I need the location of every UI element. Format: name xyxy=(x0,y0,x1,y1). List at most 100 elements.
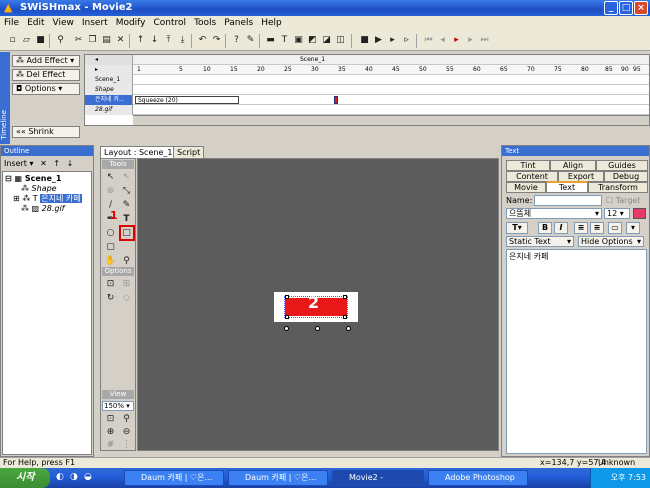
options-button[interactable]: ◘ Options ▾ xyxy=(12,83,80,95)
subselect-tool-icon[interactable]: ↖ xyxy=(120,171,133,184)
zoom-select[interactable]: 150% ▾ xyxy=(102,401,134,411)
delete-icon[interactable]: ✕ xyxy=(114,34,127,47)
font-select[interactable]: 으뜸체 ▾ xyxy=(506,208,602,219)
tab-text[interactable]: Text xyxy=(546,181,588,193)
text-handle[interactable] xyxy=(346,326,351,331)
start-button[interactable]: 시작 xyxy=(0,468,50,488)
move-up-icon[interactable]: ↑ xyxy=(53,159,60,168)
current-frame-marker[interactable] xyxy=(334,96,338,104)
help-icon[interactable]: ? xyxy=(230,34,243,47)
shrink-button[interactable]: «« Shrink xyxy=(12,126,80,138)
zoom-in-icon[interactable]: ⊕ xyxy=(104,426,117,439)
play-effect-icon[interactable]: ▸ xyxy=(386,34,399,47)
cut-icon[interactable]: ✂ xyxy=(72,34,85,47)
snap-option-icon[interactable]: ⊡ xyxy=(104,278,117,291)
last-frame-icon[interactable]: ⏭ xyxy=(478,34,491,47)
menu-edit[interactable]: Edit xyxy=(23,16,48,31)
scale-option-icon[interactable]: ⊞ xyxy=(120,278,133,291)
open-folder-icon[interactable]: ▱ xyxy=(20,34,33,47)
text-type-select[interactable]: Static Text ▾ xyxy=(506,236,574,247)
select-tool-icon[interactable]: ↖ xyxy=(104,171,117,184)
insert-sprite-icon[interactable]: ◩ xyxy=(306,34,319,47)
close-button[interactable]: × xyxy=(634,1,648,15)
insert-image-icon[interactable]: ◪ xyxy=(320,34,333,47)
taskbar-item[interactable]: Daum 카페 | ♡은... xyxy=(124,470,224,486)
insert-button-icon[interactable]: ▣ xyxy=(292,34,305,47)
menu-modify[interactable]: Modify xyxy=(112,16,150,31)
next-frame-icon[interactable]: ▸ xyxy=(464,34,477,47)
name-field[interactable] xyxy=(534,195,602,206)
fill-transform-icon[interactable]: ⊛ xyxy=(104,185,117,198)
align-options-button[interactable]: ▭ xyxy=(608,222,622,234)
delete-icon[interactable]: ✕ xyxy=(40,159,47,168)
pencil-tool-icon[interactable]: ✎ xyxy=(120,199,133,212)
zoom-fit-icon[interactable]: ⊡ xyxy=(104,413,117,426)
tab-script[interactable]: Script xyxy=(173,146,205,158)
hide-options-button[interactable]: Hide Options ▾ xyxy=(578,236,644,247)
quicklaunch-icon[interactable]: ◒ xyxy=(84,472,92,482)
ellipse-tool-icon[interactable]: ○ xyxy=(104,227,117,240)
first-frame-icon[interactable]: ⏮ xyxy=(422,34,435,47)
guides-icon[interactable]: ⋮ xyxy=(120,439,133,452)
skew-option-icon[interactable]: ◇ xyxy=(120,292,133,305)
save-icon[interactable]: ■ xyxy=(34,34,47,47)
move-top-icon[interactable]: ⤒ xyxy=(162,34,175,47)
undo-icon[interactable]: ↶ xyxy=(196,34,209,47)
redo-icon[interactable]: ↷ xyxy=(210,34,223,47)
move-bottom-icon[interactable]: ⤓ xyxy=(176,34,189,47)
layout-stage[interactable]: 2 xyxy=(137,158,499,451)
selection-handle[interactable] xyxy=(285,295,289,299)
tree-item-scene[interactable]: ⊟ ▦ Scene_1 xyxy=(5,174,61,184)
tree-item-image[interactable]: ⁂ ▨ 28.gif xyxy=(21,204,65,214)
menu-file[interactable]: File xyxy=(0,16,23,31)
text-color-swatch[interactable] xyxy=(633,208,646,219)
taskbar-item[interactable]: Daum 카페 | ♡은... xyxy=(228,470,328,486)
menu-insert[interactable]: Insert xyxy=(78,16,112,31)
timeline-ruler-arrow[interactable]: ▸ xyxy=(85,65,133,75)
text-handle[interactable] xyxy=(315,326,320,331)
rounded-rect-tool-icon[interactable]: ▢ xyxy=(104,241,117,254)
effect-bar[interactable]: Squeeze (20) xyxy=(135,96,239,104)
insert-content-icon[interactable]: ◫ xyxy=(334,34,347,47)
paste-icon[interactable]: ▤ xyxy=(100,34,113,47)
more-options-button[interactable]: ▾ xyxy=(626,222,640,234)
del-effect-button[interactable]: ⁂ Del Effect xyxy=(12,69,80,81)
quicklaunch-icon[interactable]: ◐ xyxy=(56,472,64,482)
timeline-row[interactable]: 28.gif xyxy=(85,105,649,115)
quicklaunch-icon[interactable]: ◑ xyxy=(70,472,78,482)
insert-text-icon[interactable]: T xyxy=(278,34,291,47)
timeline-scrollbar[interactable] xyxy=(133,115,649,125)
tree-item-shape[interactable]: ⁂ Shape xyxy=(21,184,57,194)
script-icon[interactable]: ✎ xyxy=(244,34,257,47)
selection-handle[interactable] xyxy=(343,315,347,319)
text-content-editor[interactable]: 은지네 카페 xyxy=(506,249,647,454)
text-type-icon[interactable]: T▾ xyxy=(506,222,528,234)
selection-handle[interactable] xyxy=(343,295,347,299)
timeline-row[interactable]: 은지네 카... Squeeze (20) xyxy=(85,95,649,105)
move-up-icon[interactable]: ↑ xyxy=(134,34,147,47)
play-icon[interactable]: ▶ xyxy=(372,34,385,47)
taskbar-item[interactable]: Adobe Photoshop xyxy=(428,470,528,486)
menu-tools[interactable]: Tools xyxy=(190,16,220,31)
menu-control[interactable]: Control xyxy=(150,16,191,31)
taskbar-item[interactable]: Movie2 - xyxy=(332,470,424,486)
target-checkbox[interactable]: ☐ Target xyxy=(606,196,640,205)
minimize-button[interactable]: _ xyxy=(604,1,618,15)
tab-align[interactable]: Align xyxy=(550,160,596,171)
menu-panels[interactable]: Panels xyxy=(220,16,257,31)
stop-icon[interactable]: ■ xyxy=(358,34,371,47)
tab-transform[interactable]: Transform xyxy=(588,182,648,193)
reshape-tool-icon[interactable]: ⤡ xyxy=(120,185,133,198)
tab-debug[interactable]: Debug xyxy=(604,171,648,182)
menu-view[interactable]: View xyxy=(49,16,78,31)
copy-icon[interactable]: ❐ xyxy=(86,34,99,47)
grid-icon[interactable]: # xyxy=(104,439,117,452)
prev-frame-icon[interactable]: ◂ xyxy=(436,34,449,47)
zoom-out-icon[interactable]: ⊖ xyxy=(120,426,133,439)
move-down-icon[interactable]: ↓ xyxy=(148,34,161,47)
play-timeline-icon[interactable]: ▸ xyxy=(450,34,463,47)
timeline-side-tab[interactable]: Timeline xyxy=(0,52,10,144)
tree-item-text[interactable]: ⊞ ⁂ T 은지네 카페 xyxy=(13,194,82,204)
align-left-button[interactable]: ≡ xyxy=(574,222,588,234)
zoom-selection-icon[interactable]: ⚲ xyxy=(120,413,133,426)
